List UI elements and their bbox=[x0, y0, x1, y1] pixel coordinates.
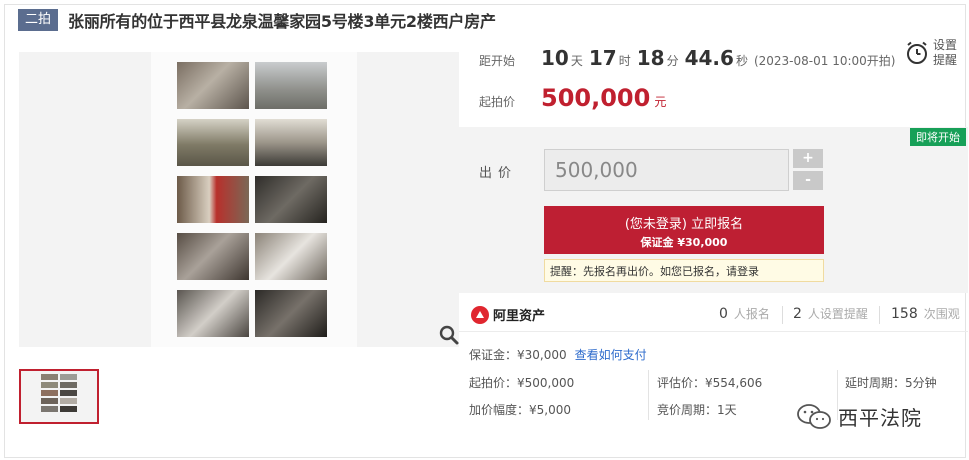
reminder-count: 2 人设置提醒 bbox=[793, 306, 868, 322]
bid-label: 出价 bbox=[479, 166, 518, 181]
bid-increment: 加价幅度：¥5,000 bbox=[469, 403, 571, 417]
auction-title-bar: 二拍 张丽所有的位于西平县龙泉温馨家园5号楼3单元2楼西户房产 bbox=[18, 8, 496, 32]
photo-living-room bbox=[177, 233, 249, 280]
photo-door bbox=[177, 176, 249, 223]
countdown-row: 距开始 10 天 17 时 18 分 44.6 秒 (2023-08-01 10… bbox=[479, 46, 896, 70]
photo-yard bbox=[177, 119, 249, 166]
login-hint: 提醒：先报名再出价。如您已报名，请登录 bbox=[544, 259, 824, 282]
deposit-info: 保证金：¥30,000 查看如何支付 bbox=[469, 348, 647, 362]
view-count: 158 次围观 bbox=[891, 306, 960, 322]
bid-amount-input[interactable] bbox=[544, 149, 789, 191]
gallery-thumbnail[interactable] bbox=[19, 369, 99, 424]
photo-kitchen bbox=[177, 290, 249, 337]
auction-details: 保证金：¥30,000 查看如何支付 起拍价：¥500,000 评估价：¥554,… bbox=[459, 340, 968, 450]
countdown-minutes: 18 bbox=[636, 46, 665, 70]
start-price-label: 起拍价 bbox=[479, 95, 516, 109]
bidding-cycle: 竞价周期：1天 bbox=[657, 403, 737, 417]
signup-count: 0 人报名 bbox=[719, 306, 770, 322]
countdown-label: 距开始 bbox=[479, 54, 516, 68]
photo-building bbox=[255, 62, 327, 109]
brand: 阿里资产 bbox=[471, 305, 545, 324]
increase-bid-button[interactable]: + bbox=[793, 149, 823, 168]
watermark: 西平法院 bbox=[796, 402, 922, 431]
how-to-pay-link[interactable]: 查看如何支付 bbox=[575, 348, 647, 362]
appraisal-price: 评估价：¥554,606 bbox=[657, 376, 763, 390]
countdown-days: 10 bbox=[541, 46, 569, 70]
status-badge: 即将开始 bbox=[910, 128, 966, 146]
start-time: (2023-08-01 10:00开拍) bbox=[753, 54, 896, 68]
bid-panel: 即将开始 出价 + - (您未登录) 立即报名 保证金 ¥30,000 提醒：先… bbox=[459, 127, 968, 293]
zoom-icon[interactable] bbox=[438, 324, 460, 346]
countdown-seconds: 44.6 bbox=[684, 46, 734, 70]
set-reminder-button[interactable]: 设置 提醒 bbox=[905, 38, 957, 68]
photo-gallery[interactable] bbox=[19, 52, 459, 347]
photo-bedroom bbox=[255, 290, 327, 337]
photo-facade bbox=[255, 119, 327, 166]
ali-assets-logo-icon bbox=[471, 305, 489, 324]
stats-bar: 阿里资产 0 人报名 2 人设置提醒 158 次围观 bbox=[459, 296, 968, 332]
start-price-row: 起拍价 500,000 元 bbox=[479, 84, 667, 112]
signup-button[interactable]: (您未登录) 立即报名 保证金 ¥30,000 bbox=[544, 206, 824, 254]
alarm-clock-icon bbox=[907, 41, 927, 64]
photo-room-dark bbox=[255, 176, 327, 223]
start-price-value: 500,000 bbox=[541, 84, 651, 112]
detail-start-price: 起拍价：¥500,000 bbox=[469, 376, 575, 390]
decrease-bid-button[interactable]: - bbox=[793, 171, 823, 190]
countdown-hours: 17 bbox=[588, 46, 617, 70]
wechat-icon bbox=[797, 403, 831, 429]
round-tag: 二拍 bbox=[18, 9, 59, 31]
photo-stairwell bbox=[177, 62, 249, 109]
delay-period: 延时周期：5分钟 bbox=[845, 376, 937, 390]
photo-window-room bbox=[255, 233, 327, 280]
main-photo[interactable] bbox=[151, 52, 357, 347]
page-title: 张丽所有的位于西平县龙泉温馨家园5号楼3单元2楼西户房产 bbox=[68, 12, 496, 31]
